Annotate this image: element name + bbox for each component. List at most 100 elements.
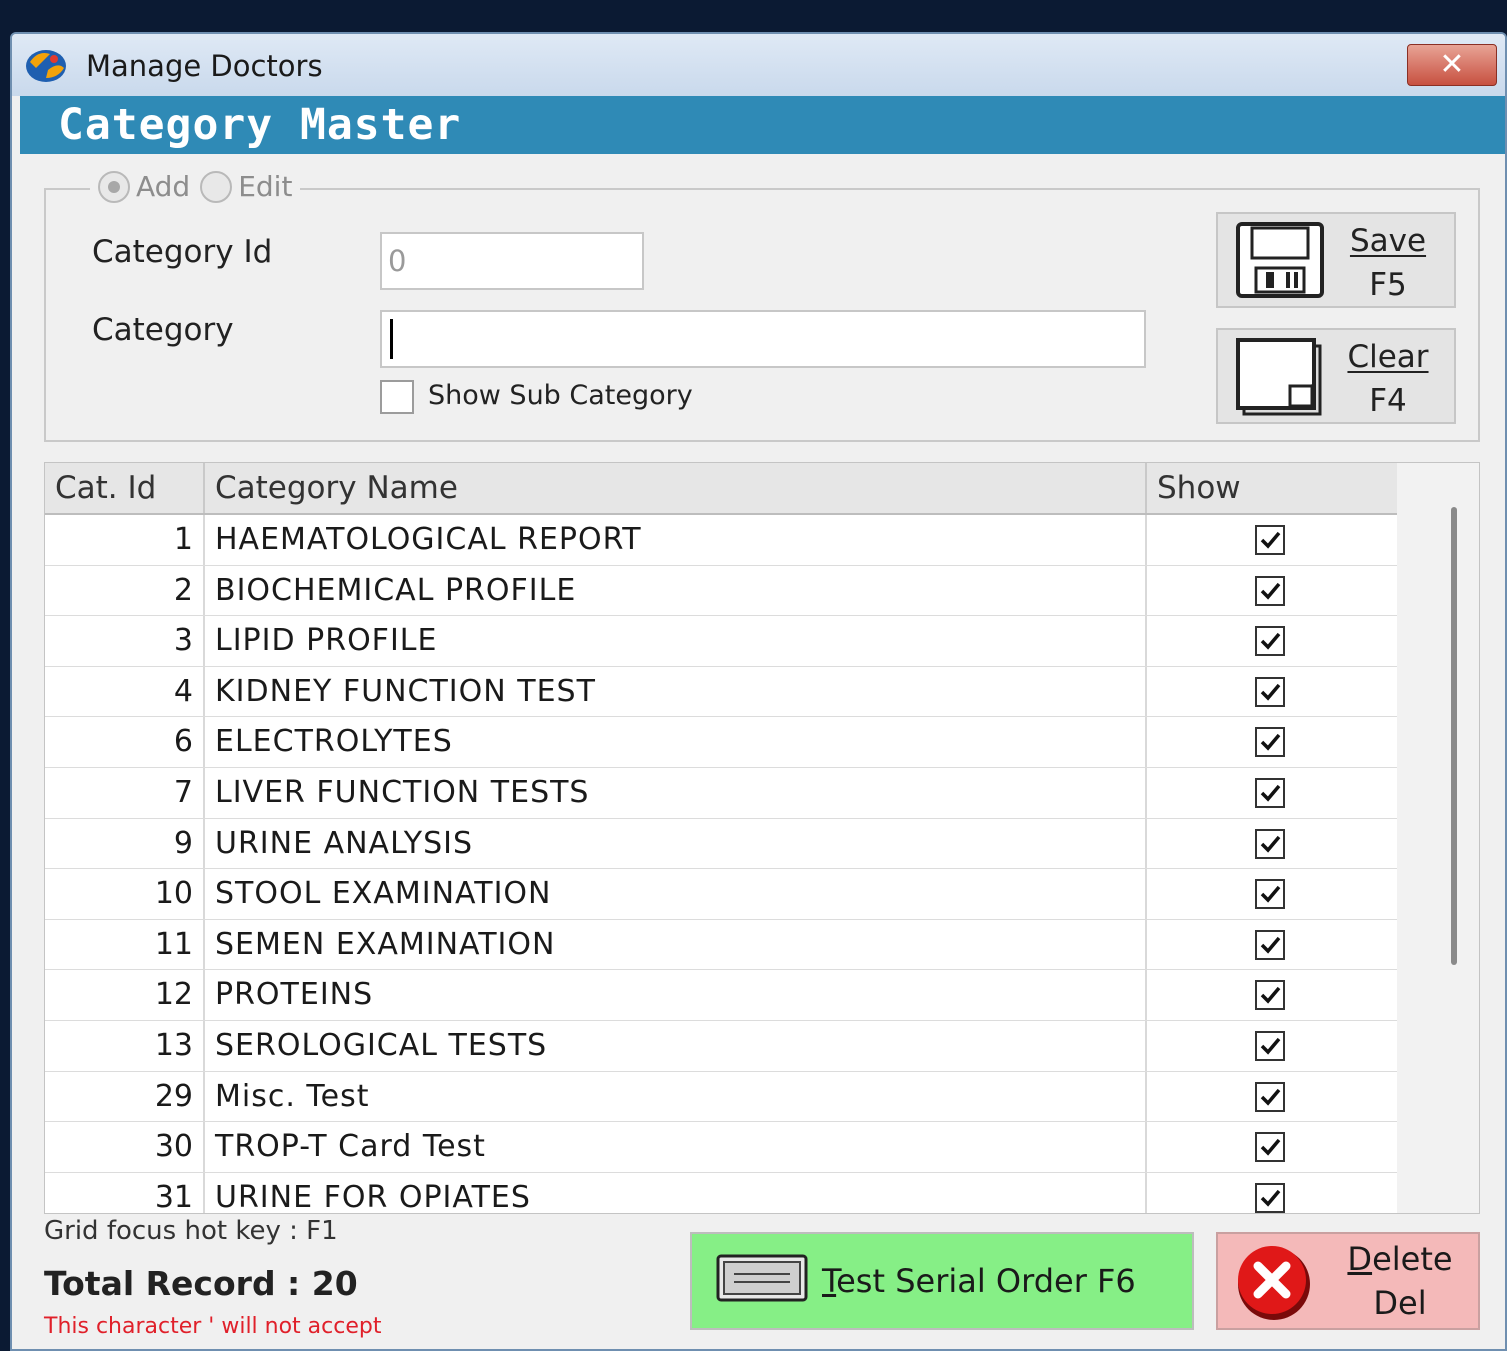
show-checkbox[interactable] <box>1255 828 1285 859</box>
checkmark-icon <box>1260 784 1281 802</box>
table-row[interactable]: 13 SEROLOGICAL TESTS <box>45 1020 1397 1072</box>
cell-cat-id[interactable]: 3 <box>45 616 205 666</box>
cell-cat-id[interactable]: 31 <box>45 1172 205 1213</box>
table-row[interactable]: 3 LIPID PROFILE <box>45 616 1397 667</box>
cell-cat-id[interactable]: 2 <box>45 565 205 616</box>
cell-category-name[interactable]: KIDNEY FUNCTION TEST <box>205 666 1147 717</box>
table-row[interactable]: 12 PROTEINS <box>45 970 1397 1021</box>
cell-category-name[interactable]: SEMEN EXAMINATION <box>205 919 1147 970</box>
cell-category-name[interactable]: SEROLOGICAL TESTS <box>205 1020 1147 1071</box>
column-header-show[interactable]: Show <box>1147 463 1397 513</box>
cell-cat-id[interactable]: 10 <box>45 869 205 919</box>
show-checkbox[interactable] <box>1255 879 1285 910</box>
red-x-icon <box>1238 1246 1310 1320</box>
show-checkbox[interactable] <box>1255 929 1285 960</box>
cell-cat-id[interactable]: 4 <box>45 666 205 717</box>
show-sub-category-checkbox[interactable] <box>380 380 414 414</box>
show-checkbox[interactable] <box>1255 575 1285 606</box>
checkmark-icon <box>1260 1189 1281 1207</box>
scrollbar-thumb[interactable] <box>1451 507 1457 965</box>
cell-category-name[interactable]: LIVER FUNCTION TESTS <box>205 767 1147 818</box>
show-checkbox[interactable] <box>1255 525 1285 555</box>
test-serial-order-label: Test Serial Order F6 <box>822 1262 1136 1300</box>
cell-show <box>1147 920 1397 970</box>
save-button-label: Save <box>1349 223 1427 259</box>
table-row[interactable]: 10 STOOL EXAMINATION <box>45 869 1397 920</box>
save-button[interactable]: Save F5 <box>1216 212 1456 308</box>
category-input[interactable] <box>380 310 1146 368</box>
table-row[interactable]: 9 URINE ANALYSIS <box>45 818 1397 870</box>
table-row[interactable]: 1 HAEMATOLOGICAL REPORT <box>45 515 1397 566</box>
floppy-disk-icon <box>1236 222 1324 298</box>
category-id-field[interactable]: 0 <box>380 232 644 290</box>
clear-button[interactable]: Clear F4 <box>1216 328 1456 424</box>
cell-category-name[interactable]: TROP-T Card Test <box>205 1122 1147 1172</box>
page-title: Category Master <box>58 100 462 150</box>
show-checkbox[interactable] <box>1255 626 1285 657</box>
table-row[interactable]: 30 TROP-T Card Test <box>45 1122 1397 1173</box>
show-checkbox[interactable] <box>1255 980 1285 1011</box>
cell-category-name[interactable]: PROTEINS <box>205 970 1147 1020</box>
cell-category-name[interactable]: HAEMATOLOGICAL REPORT <box>205 515 1147 565</box>
column-header-category-name[interactable]: Category Name <box>205 463 1147 513</box>
table-row[interactable]: 29 Misc. Test <box>45 1071 1397 1123</box>
cell-cat-id[interactable]: 11 <box>45 919 205 970</box>
edit-radio[interactable] <box>200 170 233 203</box>
cell-cat-id[interactable]: 30 <box>45 1122 205 1172</box>
edit-mode-option[interactable]: Edit <box>200 170 292 203</box>
table-row[interactable]: 31 URINE FOR OPIATES <box>45 1172 1397 1213</box>
cell-category-name[interactable]: LIPID PROFILE <box>205 616 1147 666</box>
show-checkbox[interactable] <box>1255 777 1285 808</box>
cell-category-name[interactable]: URINE ANALYSIS <box>205 818 1147 869</box>
cell-cat-id[interactable]: 6 <box>45 717 205 767</box>
show-checkbox[interactable] <box>1255 727 1285 758</box>
delete-button[interactable]: Delete Del <box>1216 1232 1480 1330</box>
cell-show <box>1147 1021 1397 1071</box>
column-header-cat-id[interactable]: Cat. Id <box>45 463 205 513</box>
category-form-group: Add Edit Category Id 0 Category Show Sub… <box>44 170 1480 442</box>
cell-category-name[interactable]: STOOL EXAMINATION <box>205 869 1147 919</box>
cell-show <box>1147 869 1397 919</box>
cell-cat-id[interactable]: 9 <box>45 818 205 869</box>
cell-category-name[interactable]: ELECTROLYTES <box>205 717 1147 767</box>
cell-category-name[interactable]: Misc. Test <box>205 1071 1147 1122</box>
category-id-value: 0 <box>388 244 407 278</box>
table-row[interactable]: 11 SEMEN EXAMINATION <box>45 919 1397 971</box>
category-grid[interactable]: Cat. Id Category Name Show 1 HAEMATOLOGIC… <box>44 462 1480 1214</box>
show-checkbox[interactable] <box>1255 1132 1285 1163</box>
add-radio[interactable] <box>98 170 130 203</box>
show-checkbox[interactable] <box>1255 676 1285 707</box>
show-checkbox[interactable] <box>1255 1081 1285 1112</box>
cell-category-name[interactable]: BIOCHEMICAL PROFILE <box>205 565 1147 616</box>
cell-cat-id[interactable]: 12 <box>45 970 205 1020</box>
delete-button-label: Delete <box>1347 1240 1453 1278</box>
cell-category-name[interactable]: URINE FOR OPIATES <box>205 1172 1147 1213</box>
delete-button-shortcut: Del <box>1373 1284 1427 1322</box>
mode-selector: Add Edit <box>90 170 301 203</box>
show-checkbox[interactable] <box>1255 1182 1285 1213</box>
vertical-scrollbar[interactable] <box>1397 463 1479 1213</box>
show-checkbox[interactable] <box>1255 1030 1285 1061</box>
cell-cat-id[interactable]: 29 <box>45 1071 205 1122</box>
cell-cat-id[interactable]: 1 <box>45 515 205 565</box>
cell-show <box>1147 667 1397 717</box>
total-record-label: Total Record : 20 <box>44 1264 358 1303</box>
close-button[interactable]: ✕ <box>1407 44 1497 86</box>
table-row[interactable]: 4 KIDNEY FUNCTION TEST <box>45 666 1397 718</box>
test-serial-order-button[interactable]: Test Serial Order F6 <box>690 1232 1194 1330</box>
table-row[interactable]: 2 BIOCHEMICAL PROFILE <box>45 565 1397 617</box>
window-title: Manage Doctors <box>86 49 323 83</box>
checkmark-icon <box>1260 1138 1281 1156</box>
cell-show <box>1147 768 1397 818</box>
title-bar: Manage Doctors ✕ <box>12 34 1505 96</box>
clear-button-shortcut: F4 <box>1369 383 1407 419</box>
cell-cat-id[interactable]: 7 <box>45 767 205 818</box>
table-row[interactable]: 7 LIVER FUNCTION TESTS <box>45 767 1397 819</box>
add-mode-option[interactable]: Add <box>98 170 190 203</box>
cell-cat-id[interactable]: 13 <box>45 1020 205 1071</box>
save-button-shortcut: F5 <box>1369 267 1407 303</box>
checkmark-icon <box>1260 734 1281 751</box>
table-row[interactable]: 6 ELECTROLYTES <box>45 717 1397 768</box>
show-sub-category-label: Show Sub Category <box>428 380 693 411</box>
checkmark-icon <box>1260 1088 1281 1106</box>
